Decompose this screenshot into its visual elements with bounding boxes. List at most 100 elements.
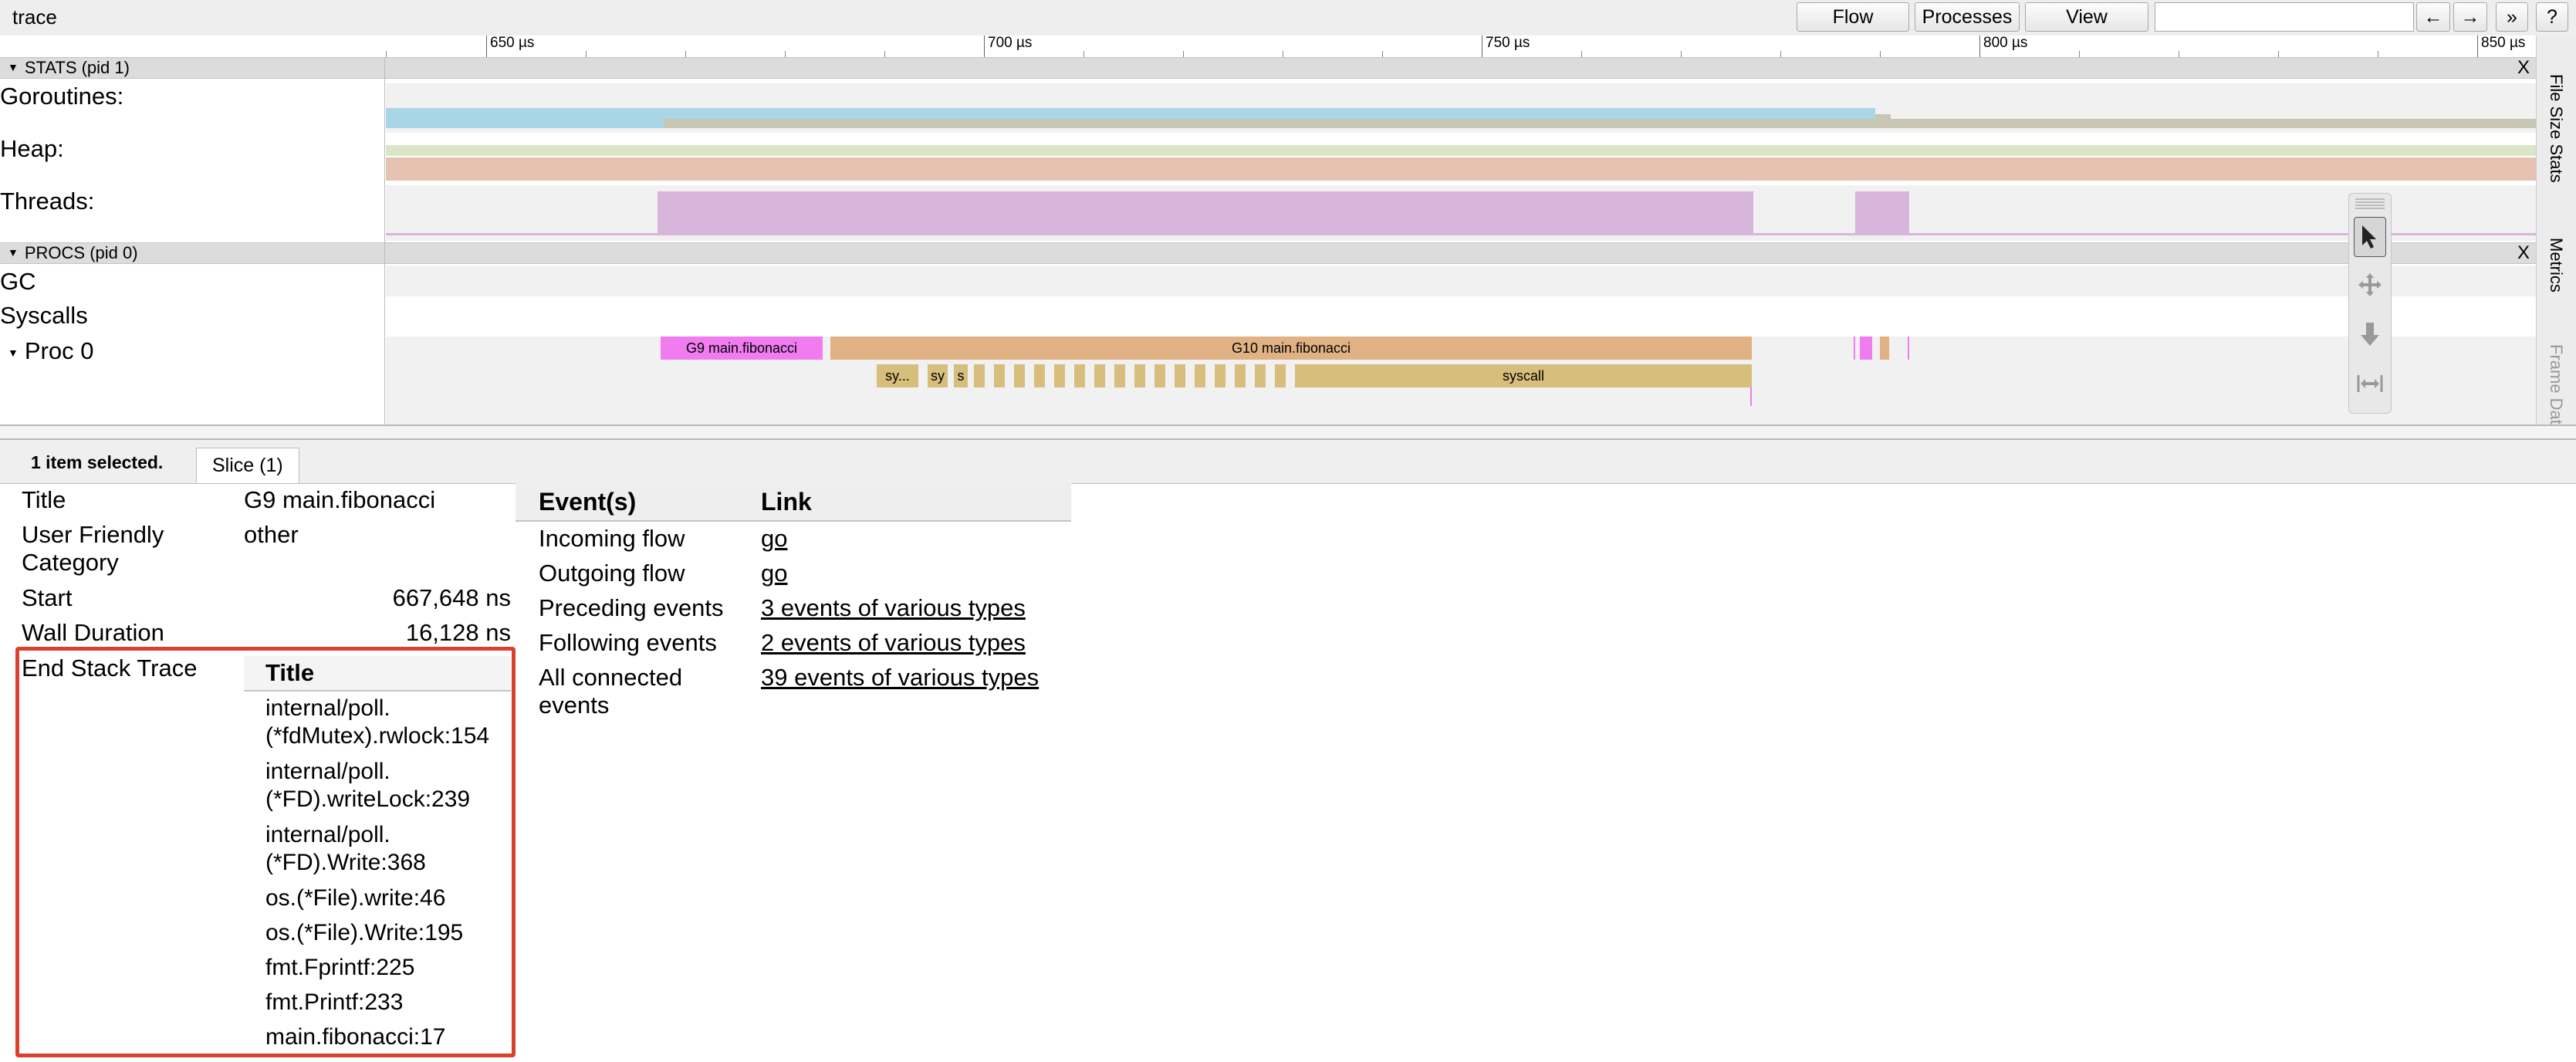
ruler-minor-tick <box>2079 51 2080 57</box>
goroutines-running-area <box>858 108 1875 119</box>
syscall-slice[interactable] <box>1094 364 1105 387</box>
stats-close-button[interactable]: X <box>2517 59 2530 77</box>
goroutines-track[interactable] <box>386 83 2536 133</box>
incoming-flow-link[interactable]: go <box>761 525 787 553</box>
drag-handle-icon[interactable] <box>2355 198 2385 209</box>
syscall-slice[interactable] <box>1074 364 1085 387</box>
procs-group-label: PROCS (pid 0) <box>24 243 138 262</box>
proc0-track[interactable]: G9 main.fibonacci G10 main.fibonacci sy.… <box>386 337 2536 424</box>
ruler-minor-tick <box>685 51 686 57</box>
ruler-label: 800 µs <box>1983 35 2028 51</box>
zoom-arrow-icon <box>2361 323 2379 346</box>
help-button[interactable]: ? <box>2536 2 2568 32</box>
ruler-label: 750 µs <box>1486 35 1530 51</box>
proc0-label-text: Proc 0 <box>24 337 94 364</box>
selection-summary: 1 item selected. <box>31 452 164 472</box>
selection-mode-button[interactable] <box>2354 217 2386 257</box>
procs-group-header[interactable]: ▼ PROCS (pid 0) X <box>0 242 2536 264</box>
syscall-slice[interactable]: sy <box>928 364 948 387</box>
collapse-triangle-icon[interactable]: ▼ <box>8 246 19 259</box>
ruler-minor-tick <box>1880 51 1881 57</box>
flow-events-button[interactable]: Flow events <box>1797 2 1909 56</box>
syscall-slice[interactable] <box>1175 364 1185 387</box>
start-value: 667,648 ns <box>392 584 511 611</box>
ruler-label: 700 µs <box>988 35 1033 51</box>
category-value: other <box>244 521 299 548</box>
search-input[interactable] <box>2155 2 2414 32</box>
time-ruler[interactable]: 650 µs 700 µs 750 µs 800 µs 850 µs <box>386 36 2536 58</box>
timing-mode-button[interactable] <box>2354 364 2386 404</box>
g9-slice[interactable]: G9 main.fibonacci <box>661 337 823 360</box>
syscall-slice[interactable] <box>974 364 985 387</box>
ruler-minor-tick <box>785 51 786 57</box>
proc0-track-label[interactable]: ▼ Proc 0 <box>8 338 93 368</box>
zoom-mode-button[interactable] <box>2354 314 2386 354</box>
heap-track-label: Heap: <box>0 135 64 162</box>
metrics-tab[interactable]: Metrics <box>2546 238 2566 293</box>
syscall-slice-main[interactable]: syscall <box>1295 364 1752 387</box>
threads-track[interactable] <box>386 185 2536 241</box>
g10-slice[interactable]: G10 main.fibonacci <box>830 337 1752 360</box>
threads-running-area <box>1855 191 1909 233</box>
outgoing-flow-label: Outgoing flow <box>539 560 685 587</box>
search-next-button[interactable]: → <box>2453 2 2487 32</box>
syscall-slice[interactable]: s <box>954 364 968 387</box>
wall-duration-value: 16,128 ns <box>405 619 511 646</box>
panel-splitter[interactable] <box>0 424 2576 440</box>
gc-track[interactable] <box>386 266 2536 296</box>
syscall-slice[interactable] <box>1275 364 1286 387</box>
syscall-slice[interactable]: sy... <box>877 364 918 387</box>
tab-slice[interactable]: Slice (1) <box>196 448 299 483</box>
goroutine-slice[interactable] <box>1880 337 1889 360</box>
pan-mode-button[interactable] <box>2354 265 2386 305</box>
expand-side-button[interactable]: » <box>2496 2 2528 32</box>
view-options-button[interactable]: View Options <box>2025 2 2148 56</box>
syscalls-track[interactable] <box>386 298 2536 335</box>
goroutine-slice[interactable] <box>1908 337 1909 360</box>
heap-next-gc-area <box>386 157 2536 181</box>
syscall-slice[interactable] <box>994 364 1005 387</box>
procs-close-button[interactable]: X <box>2517 244 2530 262</box>
link-column-header: Link <box>761 488 812 516</box>
syscall-slice[interactable] <box>1195 364 1205 387</box>
syscall-slice[interactable] <box>1014 364 1025 387</box>
outgoing-flow-link[interactable]: go <box>761 560 787 587</box>
goroutines-runnable-area <box>1875 114 1891 119</box>
syscall-slice[interactable] <box>1134 364 1145 387</box>
goroutines-track-label: Goroutines: <box>0 83 124 110</box>
mouse-mode-toolbar[interactable] <box>2348 193 2392 414</box>
syscall-slice[interactable] <box>1154 364 1165 387</box>
stats-group-label: STATS (pid 1) <box>24 58 130 77</box>
label-column-divider <box>384 57 385 424</box>
expand-triangle-icon[interactable]: ▼ <box>8 347 19 359</box>
collapse-triangle-icon[interactable]: ▼ <box>8 61 19 73</box>
threads-running-area <box>658 191 1753 233</box>
events-table-header: Event(s) Link <box>516 483 1071 522</box>
heap-allocated-area <box>386 145 2536 156</box>
syscall-slice[interactable] <box>1054 364 1065 387</box>
syscall-slice[interactable] <box>1235 364 1246 387</box>
title-value: G9 main.fibonacci <box>244 486 436 513</box>
following-events-link[interactable]: 2 events of various types <box>761 629 1026 657</box>
syscall-slice[interactable] <box>1034 364 1045 387</box>
heap-track[interactable] <box>386 134 2536 184</box>
incoming-flow-label: Incoming flow <box>539 525 685 552</box>
goroutines-runnable-area <box>664 119 2536 128</box>
file-size-stats-tab[interactable]: File Size Stats <box>2546 74 2566 183</box>
all-connected-link[interactable]: 39 events of various types <box>761 664 1039 692</box>
stats-group-header[interactable]: ▼ STATS (pid 1) X <box>0 57 2536 79</box>
syscall-slice[interactable] <box>1215 364 1225 387</box>
search-prev-button[interactable]: ← <box>2416 2 2450 32</box>
title-label: Title <box>22 486 66 513</box>
wall-duration-label: Wall Duration <box>22 619 164 646</box>
frame-data-tab[interactable]: Frame Data <box>2546 344 2566 434</box>
ruler-minor-tick <box>2278 51 2279 57</box>
top-toolbar: trace Flow events Processes View Options… <box>0 0 2576 56</box>
goroutine-slice[interactable] <box>1860 337 1872 360</box>
flow-marker <box>1750 387 1752 406</box>
preceding-events-link[interactable]: 3 events of various types <box>761 594 1026 622</box>
goroutine-slice[interactable] <box>1854 337 1855 360</box>
syscall-slice[interactable] <box>1114 364 1125 387</box>
syscall-slice[interactable] <box>1255 364 1266 387</box>
processes-button[interactable]: Processes <box>1915 2 2020 32</box>
